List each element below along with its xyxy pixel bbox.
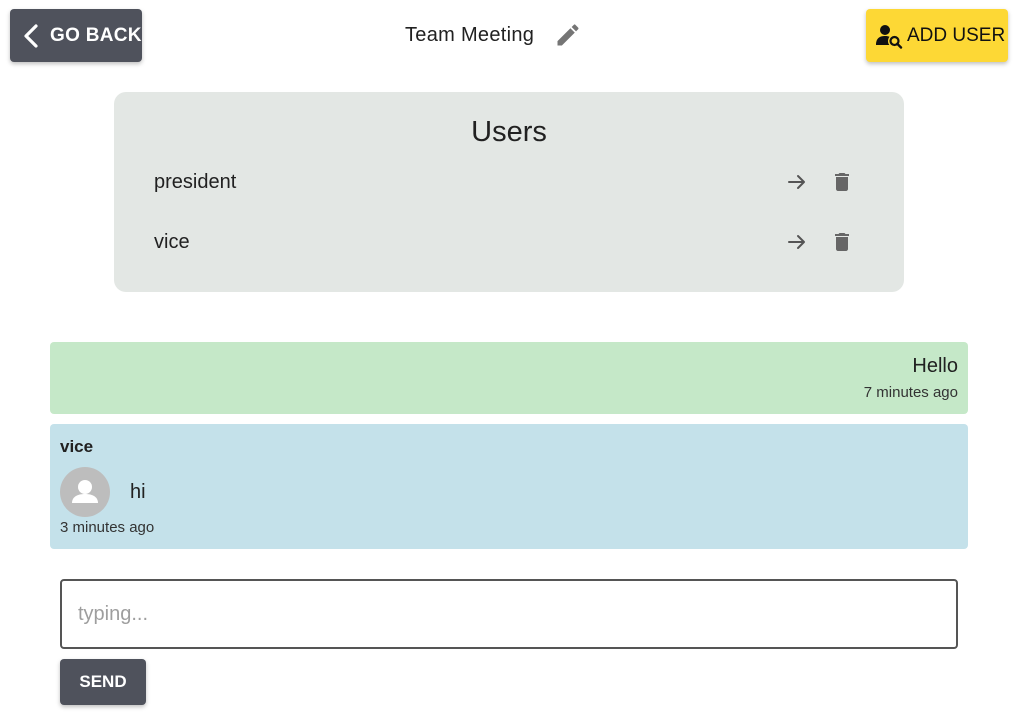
person-icon	[72, 480, 98, 503]
other-message: vice hi 3 minutes ago	[50, 424, 968, 549]
message-sender: vice	[60, 437, 94, 456]
send-button[interactable]: SEND	[60, 659, 146, 705]
message-text: Hello	[912, 355, 958, 377]
arrow-right-icon[interactable]	[785, 170, 809, 194]
person-search-icon	[876, 24, 903, 49]
trash-icon[interactable]	[830, 230, 854, 254]
send-label: SEND	[79, 672, 127, 691]
trash-icon[interactable]	[830, 170, 854, 194]
avatar	[60, 467, 110, 517]
message-input[interactable]	[60, 579, 958, 649]
own-message: Hello 7 minutes ago	[50, 342, 968, 414]
message-text: hi	[130, 481, 146, 503]
user-name: president	[154, 170, 237, 193]
page-header: Team Meeting	[405, 20, 582, 50]
users-panel: Users president vice	[114, 92, 904, 292]
users-title: Users	[471, 116, 547, 148]
arrow-right-icon[interactable]	[785, 230, 809, 254]
user-row-vice: vice	[154, 222, 864, 262]
add-user-label: ADD USER	[907, 24, 1006, 46]
message-timestamp: 3 minutes ago	[60, 519, 155, 536]
add-user-button[interactable]: ADD USER	[866, 9, 1008, 62]
page-title: Team Meeting	[405, 23, 535, 46]
user-row-president: president	[154, 162, 864, 202]
chevron-left-icon	[24, 23, 38, 48]
pencil-icon[interactable]	[554, 21, 582, 49]
message-timestamp: 7 minutes ago	[863, 384, 958, 401]
user-name: vice	[154, 230, 190, 253]
go-back-button[interactable]: GO BACK	[10, 9, 142, 62]
go-back-label: GO BACK	[50, 24, 142, 46]
